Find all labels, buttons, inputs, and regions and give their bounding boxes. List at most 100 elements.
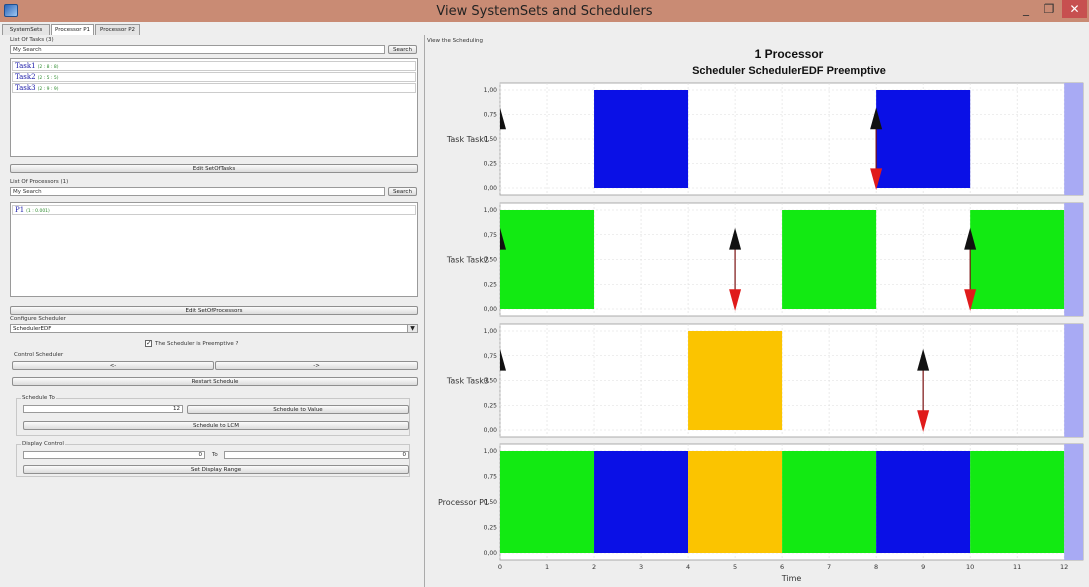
schedule-to-lcm-button[interactable]: Schedule to LCM [23, 421, 409, 430]
x-tick-label: 7 [827, 563, 831, 571]
schedule-bar [876, 90, 971, 188]
row-label: Task Task3 [446, 377, 489, 386]
y-tick-label: 0,25 [484, 281, 498, 288]
right-panel: View the Scheduling 1 Processor Scheduler… [424, 35, 1089, 587]
task-params: (2 : 9 : 9) [37, 87, 59, 92]
list-item-task3[interactable]: Task3 (2 : 9 : 9) [12, 83, 416, 93]
close-button[interactable]: ✕ [1062, 0, 1087, 18]
x-tick-label: 8 [874, 563, 878, 571]
schedule-to-value-button[interactable]: Schedule to Value [187, 405, 409, 414]
maximize-button[interactable]: ❐ [1038, 0, 1060, 18]
x-tick-label: 2 [592, 563, 596, 571]
schedule-bar [594, 90, 689, 188]
x-tick-label: 0 [498, 563, 502, 571]
chevron-down-icon[interactable]: ▼ [407, 325, 417, 332]
schedule-bar [782, 451, 877, 553]
scheduling-chart: 1 Processor Scheduler SchedulerEDF Preemp… [429, 43, 1087, 587]
to-label: To [212, 452, 218, 458]
end-marker [1064, 324, 1083, 437]
minimize-button[interactable]: _ [1014, 0, 1038, 18]
scheduler-select[interactable]: SchedulerEDF ▼ [10, 324, 418, 333]
list-item-task1[interactable]: Task1 (2 : 8 : 8) [12, 61, 416, 71]
task-name: Task1 [15, 62, 36, 70]
restart-schedule-button[interactable]: Restart Schedule [12, 377, 418, 386]
y-tick-label: 1,00 [484, 448, 498, 455]
processors-list-label: List Of Processors (1) [10, 179, 69, 185]
task-name: Task3 [15, 84, 36, 92]
schedule-bar [782, 210, 877, 309]
preemptive-label: The Scheduler is Preemptive ? [155, 341, 239, 347]
y-tick-label: 0,75 [484, 353, 498, 360]
processors-list: P1 (1 : 0.001) [10, 202, 418, 297]
schedule-bar [688, 451, 783, 553]
set-display-range-button[interactable]: Set Display Range [23, 465, 409, 474]
edit-set-of-processors-button[interactable]: Edit SetOfProcessors [10, 306, 418, 315]
x-tick-label: 10 [966, 563, 974, 571]
x-tick-label: 11 [1013, 563, 1021, 571]
schedule-bar [876, 451, 971, 553]
row-label: Task Task1 [446, 135, 489, 144]
y-tick-label: 0,75 [484, 232, 498, 239]
x-tick-label: 9 [921, 563, 925, 571]
title-bar: View SystemSets and Schedulers _ ❐ ✕ [0, 0, 1089, 22]
schedule-to-group: Schedule To 12 Schedule to Value Schedul… [16, 395, 410, 436]
task-name: Task2 [15, 73, 36, 81]
y-tick-label: 0,25 [484, 525, 498, 532]
y-tick-label: 1,00 [484, 87, 498, 94]
processors-search-input[interactable]: My Search [10, 187, 385, 196]
display-control-group: Display Control 0 To 0 Set Display Range [16, 441, 410, 477]
y-tick-label: 0,00 [484, 306, 498, 313]
tab-processor-p1[interactable]: Processor P1 [51, 24, 94, 35]
x-tick-label: 12 [1060, 563, 1068, 571]
tasks-list-label: List Of Tasks (3) [10, 37, 54, 43]
tasks-search-input[interactable]: My Search [10, 45, 385, 54]
schedule-bar [500, 210, 595, 309]
x-axis-label: Time [781, 574, 802, 583]
end-marker [1064, 83, 1083, 195]
x-tick-label: 4 [686, 563, 690, 571]
tasks-list: Task1 (2 : 8 : 8) Task2 (2 : 5 : 5) Task3(… [10, 58, 418, 157]
processor-params: (1 : 0.001) [26, 209, 50, 214]
display-from-input[interactable]: 0 [23, 451, 205, 459]
schedule-to-label: Schedule To [21, 395, 56, 401]
x-tick-label: 1 [545, 563, 549, 571]
chart-subtitle: Scheduler SchedulerEDF Preemptive [692, 65, 886, 77]
schedule-bar [970, 210, 1065, 309]
plot-area [499, 82, 1084, 196]
tab-systemsets[interactable]: SystemSets [2, 24, 50, 35]
window-title: View SystemSets and Schedulers [436, 4, 653, 19]
preemptive-checkbox[interactable]: ✓ [145, 340, 152, 347]
row-label: Processor P1 [438, 498, 489, 507]
configure-scheduler-label: Configure Scheduler [10, 316, 66, 322]
end-marker [1064, 203, 1083, 316]
edit-set-of-tasks-button[interactable]: Edit SetOfTasks [10, 164, 418, 173]
y-tick-label: 0,25 [484, 161, 498, 168]
task-params: (2 : 8 : 8) [37, 65, 59, 70]
x-tick-label: 6 [780, 563, 784, 571]
row-label: Task Task2 [446, 256, 489, 265]
control-scheduler-label: Control Scheduler [14, 352, 64, 358]
left-panel: List Of Tasks (3) My Search Search Task1… [8, 35, 420, 587]
x-tick-label: 3 [639, 563, 643, 571]
display-control-label: Display Control [21, 441, 65, 447]
processor-name: P1 [15, 206, 25, 214]
y-tick-label: 1,00 [484, 207, 498, 214]
processors-search-button[interactable]: Search [388, 187, 417, 196]
schedule-bar [688, 331, 783, 430]
schedule-bar [594, 451, 689, 553]
display-to-input[interactable]: 0 [224, 451, 409, 459]
tasks-search-button[interactable]: Search [388, 45, 417, 54]
scheduler-select-value: SchedulerEDF [13, 326, 52, 332]
list-item-p1[interactable]: P1 (1 : 0.001) [12, 205, 416, 215]
step-back-button[interactable]: <- [12, 361, 214, 370]
y-tick-label: 0,75 [484, 112, 498, 119]
list-item-task2[interactable]: Task2 (2 : 5 : 5) [12, 72, 416, 82]
chart-title: 1 Processor [755, 47, 824, 61]
tab-processor-p2[interactable]: Processor P2 [95, 24, 140, 35]
scheduling-chart-svg: 1 Processor Scheduler SchedulerEDF Preemp… [438, 47, 1084, 583]
schedule-bar [500, 451, 595, 553]
y-tick-label: 0,25 [484, 402, 498, 409]
step-forward-button[interactable]: -> [215, 361, 418, 370]
y-tick-label: 0,00 [484, 550, 498, 557]
schedule-to-input[interactable]: 12 [23, 405, 183, 413]
